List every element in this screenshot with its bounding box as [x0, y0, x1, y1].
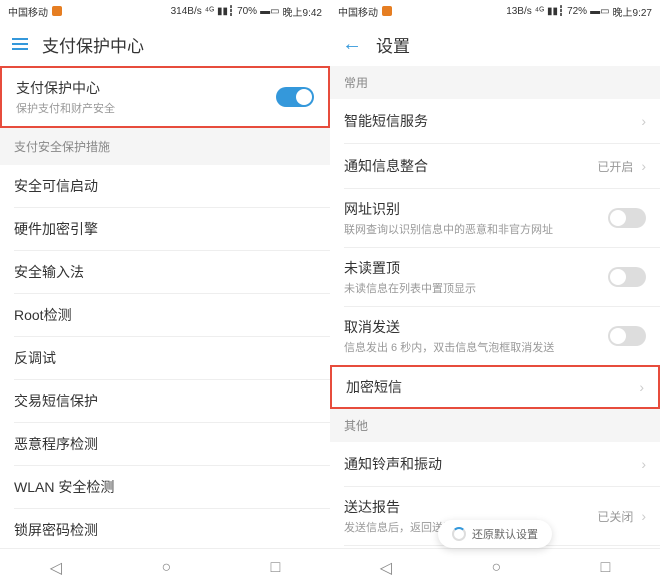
toggle-switch[interactable]	[276, 87, 314, 107]
row-ring[interactable]: 通知铃声和振动 ›	[330, 442, 660, 486]
row-title: 网址识别	[344, 199, 608, 219]
row-encrypt[interactable]: 加密短信 ›	[330, 365, 660, 409]
status-bar: 中国移动 314B/s ⁴ᴳ ▮▮┇ 70% ▬▭ 晚上9:42	[0, 0, 330, 22]
battery-icon: ▬▭	[260, 6, 279, 17]
signal-icon: ▮▮┇	[217, 6, 234, 17]
toggle-switch[interactable]	[608, 208, 646, 228]
status-bar: 中国移动 13B/s ⁴ᴳ ▮▮┇ 72% ▬▭ 晚上9:27	[330, 0, 660, 22]
section-other: 其他	[330, 409, 660, 442]
chevron-right-icon: ›	[641, 508, 646, 524]
chevron-right-icon: ›	[641, 158, 646, 174]
list-item[interactable]: 硬件加密引擎	[0, 208, 330, 250]
recent-icon[interactable]: □	[271, 559, 281, 577]
content: 常用 智能短信服务 › 通知信息整合 已开启 › 网址识别 联网查询以识别信息中…	[330, 66, 660, 548]
home-icon[interactable]: ○	[161, 559, 171, 577]
home-icon[interactable]: ○	[491, 559, 501, 577]
chevron-right-icon: ›	[641, 113, 646, 129]
toggle-switch[interactable]	[608, 267, 646, 287]
back-icon[interactable]: ◁	[380, 558, 392, 578]
list-item[interactable]: 恶意程序检测	[0, 423, 330, 465]
right-phone: 中国移动 13B/s ⁴ᴳ ▮▮┇ 72% ▬▭ 晚上9:27 ← 设置 常用 …	[330, 0, 660, 586]
row-merge[interactable]: 通知信息整合 已开启 ›	[330, 144, 660, 188]
row-title: 通知信息整合	[344, 156, 428, 176]
notification-dot	[52, 6, 62, 16]
row-title: 送达报告	[344, 497, 597, 517]
row-title: 加密短信	[346, 377, 402, 397]
row-smart-sms[interactable]: 智能短信服务 ›	[330, 99, 660, 143]
signal-icon: ▮▮┇	[547, 6, 564, 17]
time: 晚上9:42	[283, 4, 322, 19]
header: ← 设置	[330, 22, 660, 66]
list-item[interactable]: 安全输入法	[0, 251, 330, 293]
nav-bar: ◁ ○ □	[330, 548, 660, 586]
toggle-title: 支付保护中心	[16, 78, 276, 98]
row-sub: 信息发出 6 秒内，双击信息气泡框取消发送	[344, 339, 608, 355]
chevron-right-icon: ›	[641, 456, 646, 472]
status-text: 已开启	[597, 158, 633, 175]
hamburger-icon[interactable]	[12, 38, 28, 50]
battery-pct: 72%	[567, 6, 587, 17]
section-header: 支付安全保护措施	[0, 128, 330, 165]
row-url[interactable]: 网址识别 联网查询以识别信息中的恶意和非官方网址	[330, 189, 660, 247]
nav-bar: ◁ ○ □	[0, 548, 330, 586]
list-item[interactable]: 安全可信启动	[0, 165, 330, 207]
row-title: 智能短信服务	[344, 111, 428, 131]
carrier: 中国移动	[338, 4, 378, 19]
row-title: 未读置顶	[344, 258, 608, 278]
row-title: 通知铃声和振动	[344, 454, 442, 474]
list-item[interactable]: WLAN 安全检测	[0, 466, 330, 508]
toggle-subtitle: 保护支付和财产安全	[16, 100, 276, 116]
row-sub: 未读信息在列表中置顶显示	[344, 280, 608, 296]
chevron-right-icon: ›	[639, 379, 644, 395]
left-phone: 中国移动 314B/s ⁴ᴳ ▮▮┇ 70% ▬▭ 晚上9:42 支付保护中心 …	[0, 0, 330, 586]
speed: 13B/s	[506, 6, 532, 17]
row-pin[interactable]: 未读置顶 未读信息在列表中置顶显示	[330, 248, 660, 306]
row-cancel[interactable]: 取消发送 信息发出 6 秒内，双击信息气泡框取消发送	[330, 307, 660, 365]
popup-text: 还原默认设置	[472, 526, 538, 542]
row-sub: 联网查询以识别信息中的恶意和非官方网址	[344, 221, 608, 237]
section-common: 常用	[330, 66, 660, 99]
status-text: 已关闭	[597, 508, 633, 525]
back-arrow-icon[interactable]: ←	[342, 33, 362, 56]
wifi-icon: ⁴ᴳ	[535, 6, 544, 17]
content: 支付保护中心 保护支付和财产安全 支付安全保护措施 安全可信启动 硬件加密引擎 …	[0, 66, 330, 548]
page-title: 支付保护中心	[42, 32, 144, 57]
battery-icon: ▬▭	[590, 6, 609, 17]
back-icon[interactable]: ◁	[50, 558, 62, 578]
restore-defaults-popup[interactable]: 还原默认设置	[438, 520, 552, 548]
list-item[interactable]: 反调试	[0, 337, 330, 379]
time: 晚上9:27	[613, 4, 652, 19]
list-item[interactable]: Root检测	[0, 294, 330, 336]
header: 支付保护中心	[0, 22, 330, 66]
list-item[interactable]: 交易短信保护	[0, 380, 330, 422]
carrier: 中国移动	[8, 4, 48, 19]
speed: 314B/s	[171, 6, 202, 17]
battery-pct: 70%	[237, 6, 257, 17]
row-title: 取消发送	[344, 317, 608, 337]
page-title: 设置	[376, 32, 410, 57]
toggle-switch[interactable]	[608, 326, 646, 346]
payment-protection-toggle-row[interactable]: 支付保护中心 保护支付和财产安全	[0, 66, 330, 128]
spinner-icon	[452, 527, 466, 541]
wifi-icon: ⁴ᴳ	[205, 6, 214, 17]
recent-icon[interactable]: □	[601, 559, 611, 577]
list-item[interactable]: 锁屏密码检测	[0, 509, 330, 548]
notification-dot	[382, 6, 392, 16]
